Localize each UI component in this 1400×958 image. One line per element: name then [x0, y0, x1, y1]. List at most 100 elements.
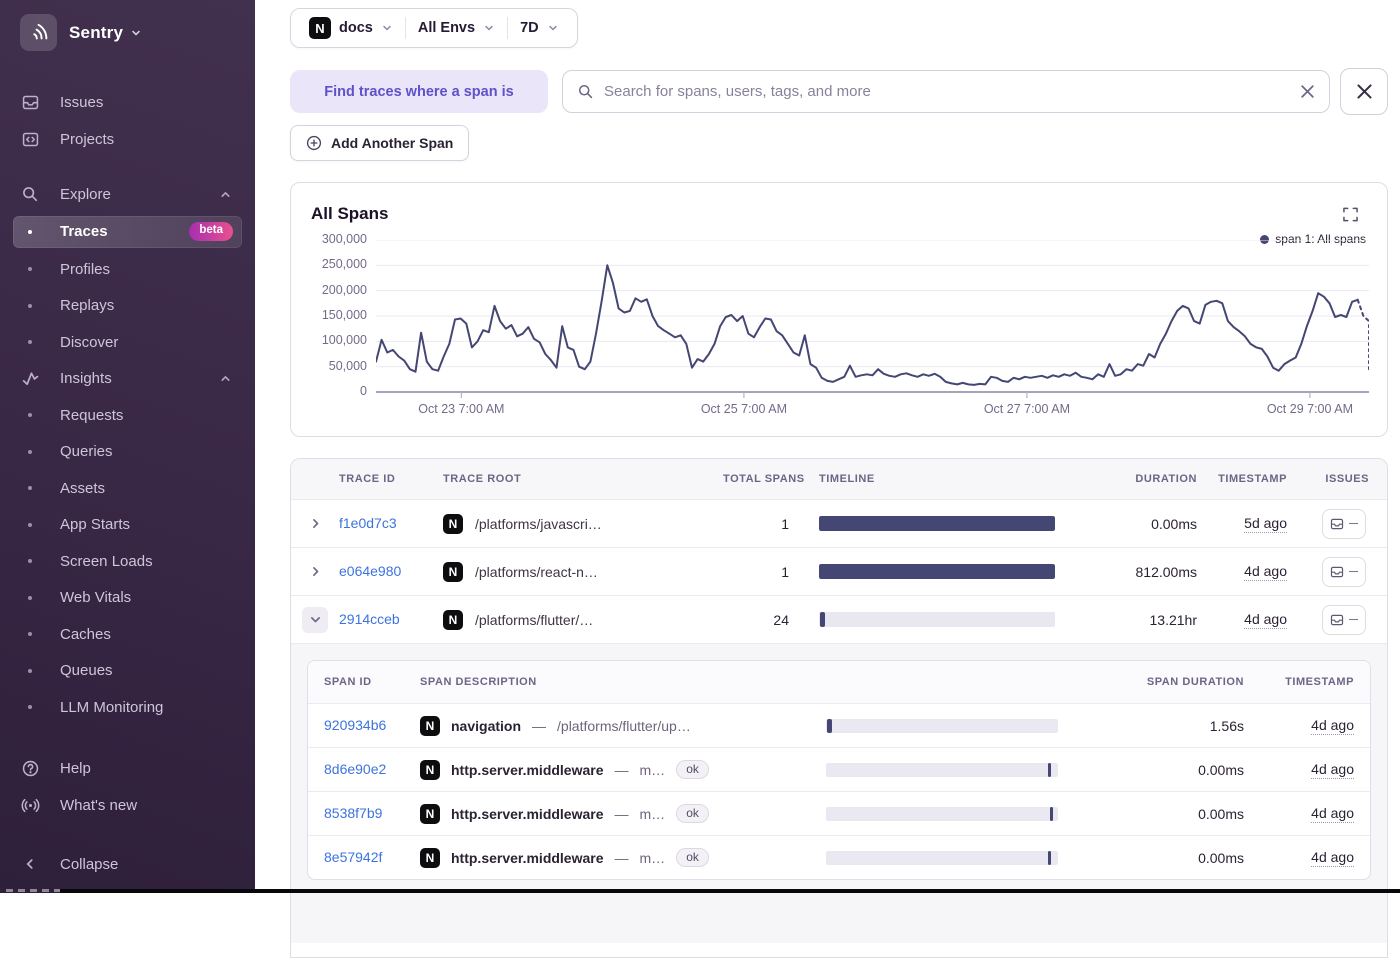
span-row: 920934b6 N navigation — /platforms/flutt… [308, 703, 1370, 747]
bullet-icon [28, 340, 32, 344]
span-description: /platforms/flutter/up… [557, 717, 691, 734]
trace-id-link[interactable]: e064e980 [339, 563, 401, 579]
all-spans-chart-panel: All Spans span 1: All spans 300,000 250,0… [290, 182, 1388, 437]
expand-trace-chevron-right-icon[interactable] [302, 559, 328, 585]
timestamp-value[interactable]: 5d ago [1244, 514, 1287, 533]
trace-id-link[interactable]: 2914cceb [339, 611, 400, 627]
sidebar-item-label: Issues [60, 93, 104, 111]
project-selector[interactable]: N docs [297, 17, 405, 39]
sidebar-item-app-starts[interactable]: App Starts [13, 510, 242, 540]
span-id-link[interactable]: 920934b6 [324, 717, 386, 733]
trace-id-link[interactable]: f1e0d7c3 [339, 515, 397, 531]
sidebar-item-queries[interactable]: Queries [13, 437, 242, 467]
y-tick-label: 250,000 [321, 257, 367, 272]
sidebar-item-projects[interactable]: Projects [13, 124, 242, 154]
span-duration-value: 1.56s [1209, 717, 1244, 734]
sidebar-item-queues[interactable]: Queues [13, 656, 242, 686]
environment-selector[interactable]: All Envs [406, 20, 507, 36]
collapse-trace-chevron-down-icon[interactable] [302, 606, 328, 633]
y-axis-labels: 300,000 250,000 200,000 150,000 100,000 50,00… [291, 232, 367, 398]
nextjs-platform-icon: N [420, 715, 440, 736]
span-id-link[interactable]: 8d6e90e2 [324, 761, 386, 777]
sidebar-item-screen-loads[interactable]: Screen Loads [13, 546, 242, 576]
span-timeline-bar [826, 718, 1058, 733]
timestamp-value[interactable]: 4d ago [1244, 610, 1287, 629]
span-table-header: SPAN ID SPAN DESCRIPTION SPAN DURATION T… [308, 661, 1370, 703]
bullet-icon [28, 668, 32, 673]
date-range-selector[interactable]: 7D [508, 20, 571, 36]
search-input[interactable] [604, 83, 1290, 100]
bullet-icon [28, 522, 32, 527]
separator: — [614, 805, 629, 822]
x-tick-label: Oct 27 7:00 AM [983, 402, 1070, 416]
timestamp-value[interactable]: 4d ago [1311, 716, 1354, 735]
clear-search-icon[interactable] [1300, 84, 1315, 99]
sidebar-footer: Help What's new [13, 753, 242, 820]
span-duration-value: 0.00ms [1198, 849, 1244, 866]
expanded-trace-section: SPAN ID SPAN DESCRIPTION SPAN DURATION T… [291, 643, 1387, 943]
sidebar-item-assets[interactable]: Assets [13, 473, 242, 503]
org-switcher[interactable]: Sentry [0, 0, 255, 51]
sidebar-item-label: Traces [60, 223, 108, 240]
expand-trace-chevron-right-icon[interactable] [302, 511, 328, 537]
sidebar-item-issues[interactable]: Issues [13, 87, 242, 117]
issues-button[interactable] [1322, 556, 1366, 587]
add-another-span-button[interactable]: Add Another Span [290, 125, 470, 161]
x-tick-label: Oct 25 7:00 AM [700, 402, 787, 416]
sidebar-item-label: Web Vitals [60, 589, 132, 606]
sidebar-section-explore[interactable]: Explore [13, 179, 242, 209]
sidebar-item-label: App Starts [60, 516, 131, 533]
timestamp-value[interactable]: 4d ago [1244, 562, 1287, 581]
issues-button[interactable] [1322, 508, 1366, 539]
sidebar-item-label: Screen Loads [60, 552, 153, 570]
sidebar-item-web-vitals[interactable]: Web Vitals [13, 583, 242, 613]
sidebar-item-llm-monitoring[interactable]: LLM Monitoring [13, 692, 242, 722]
x-axis-labels: Oct 23 7:00 AM Oct 25 7:00 AM Oct 27 7:00 … [376, 402, 1369, 422]
project-name: docs [339, 20, 373, 36]
y-tick-label: 50,000 [328, 358, 367, 373]
y-tick-label: 0 [360, 384, 367, 398]
col-trace-root: TRACE ROOT [443, 473, 522, 485]
remove-span-query-button[interactable] [1340, 68, 1388, 115]
timestamp-value[interactable]: 4d ago [1311, 848, 1354, 867]
sidebar-item-caches[interactable]: Caches [13, 619, 242, 649]
bullet-icon [28, 486, 32, 490]
expand-chart-icon[interactable] [1343, 207, 1358, 222]
span-id-link[interactable]: 8538f7b9 [324, 805, 382, 821]
nextjs-platform-icon: N [309, 17, 331, 39]
trace-row-expanded: 2914cceb N/platforms/flutter/… 24 13.21h… [291, 595, 1387, 643]
span-timeline-bar [826, 850, 1058, 865]
chart-plot-area [376, 240, 1369, 400]
sidebar-section-insights[interactable]: Insights [13, 364, 242, 394]
chevron-down-icon [548, 25, 557, 31]
span-id-link[interactable]: 8e57942f [324, 849, 382, 865]
sidebar-item-label: Queries [60, 443, 113, 460]
x-tick-label: Oct 23 7:00 AM [418, 402, 505, 416]
col-timeline: TIMELINE [819, 473, 875, 485]
timestamp-value[interactable]: 4d ago [1311, 804, 1354, 823]
y-tick-label: 300,000 [321, 232, 367, 246]
sidebar-collapse-button[interactable]: Collapse [13, 849, 242, 879]
span-duration-value: 0.00ms [1198, 761, 1244, 778]
sidebar-item-label: Help [60, 759, 91, 777]
sidebar-item-label: Queues [60, 662, 113, 679]
col-span-duration: SPAN DURATION [1146, 676, 1244, 688]
issues-button[interactable] [1322, 604, 1366, 635]
sidebar-item-requests[interactable]: Requests [13, 400, 242, 430]
sidebar-item-profiles[interactable]: Profiles [13, 254, 242, 284]
chevron-down-icon [383, 25, 391, 31]
chevron-up-icon [219, 188, 232, 201]
sidebar-item-traces[interactable]: Traces beta [13, 215, 242, 248]
trace-timeline-bar [819, 516, 1055, 531]
screenshot-bottom-edge [60, 889, 1400, 893]
bullet-icon [28, 449, 32, 454]
timestamp-value[interactable]: 4d ago [1311, 760, 1354, 779]
search-icon [578, 84, 593, 99]
sidebar-item-whats-new[interactable]: What's new [13, 790, 242, 820]
total-spans-value: 1 [781, 515, 789, 532]
trace-table-header: TRACE ID TRACE ROOT TOTAL SPANS TIMELINE… [291, 459, 1387, 499]
sidebar-item-help[interactable]: Help [13, 753, 242, 783]
trace-root-path: /platforms/flutter/… [475, 611, 594, 628]
sidebar-item-discover[interactable]: Discover [13, 327, 242, 357]
sidebar-item-replays[interactable]: Replays [13, 291, 242, 321]
